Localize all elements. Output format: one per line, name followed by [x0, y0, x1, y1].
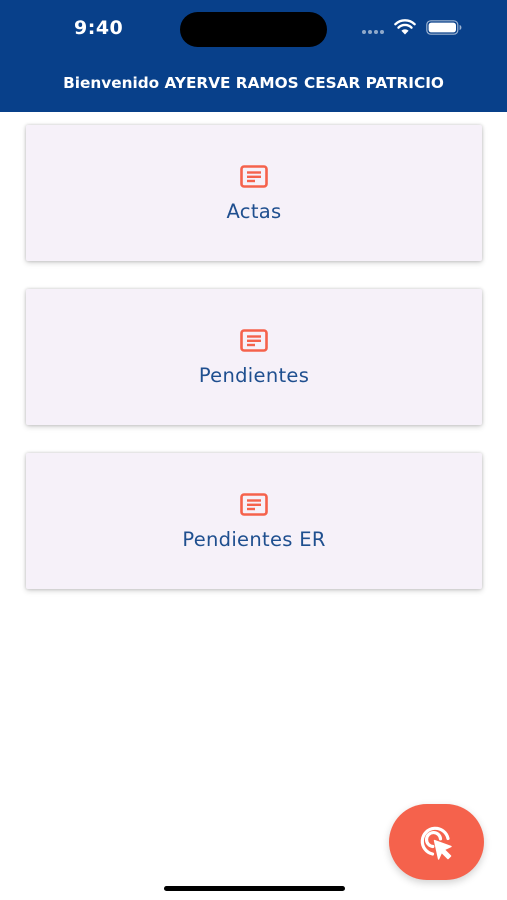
app-header: 9:40 Bienvenido AYERVE RAMOS CESAR PATRI…: [0, 0, 507, 112]
menu-card-label: Pendientes: [198, 364, 310, 387]
document-icon: [240, 165, 268, 188]
document-icon: [240, 329, 268, 352]
menu-card-pendientes[interactable]: Pendientes: [26, 289, 482, 425]
status-bar: 9:40: [0, 0, 507, 56]
menu-card-label: Actas: [226, 200, 282, 223]
welcome-title: Bienvenido AYERVE RAMOS CESAR PATRICIO: [63, 74, 444, 92]
tap-cursor-icon: [420, 826, 452, 860]
home-indicator[interactable]: [164, 886, 345, 891]
cellular-signal-icon: [362, 30, 384, 34]
battery-icon: [426, 20, 462, 35]
status-time: 9:40: [74, 17, 124, 39]
dynamic-island: [180, 12, 327, 47]
menu-card-label: Pendientes ER: [182, 528, 326, 551]
document-icon: [240, 493, 268, 516]
menu-card-pendientes-er[interactable]: Pendientes ER: [26, 453, 482, 589]
wifi-icon: [394, 19, 416, 35]
menu-card-actas[interactable]: Actas: [26, 125, 482, 261]
floating-action-button[interactable]: [389, 804, 484, 880]
app-screen: 9:40 Bienvenido AYERVE RAMOS CESAR PATRI…: [0, 0, 507, 900]
